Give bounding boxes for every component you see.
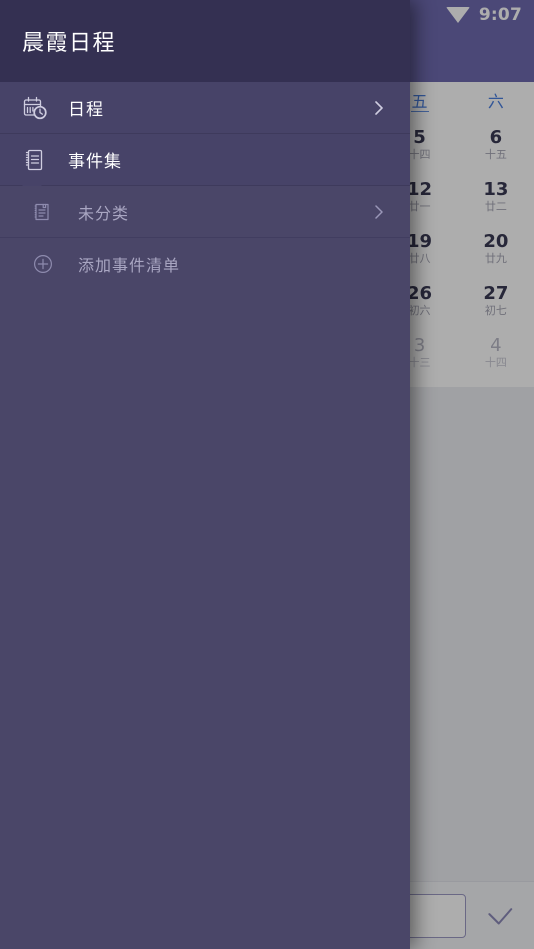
sidebar-item-label: 未分类 [78,203,130,223]
screen-root: 9:07 五 六 5 十四 6 十五 12 廿一 13 廿二 19 廿八 20 廿九 26 初六 27 初七 3… [0,0,534,949]
drawer-header: 晨霞日程 [0,0,410,82]
chevron-right-icon [370,203,388,221]
navigation-drawer: 晨霞日程 日程 事件集 未分类 添加事件清单 [0,0,410,949]
notebook-stack-icon [20,145,50,175]
sidebar-item-label: 添加事件清单 [78,256,181,275]
app-title: 晨霞日程 [22,31,117,56]
note-icon [30,199,56,225]
sidebar-item-add-list[interactable]: 添加事件清单 [0,238,410,290]
plus-circle-icon [30,251,56,277]
calendar-clock-icon [20,93,50,123]
sidebar-item-label: 事件集 [68,152,122,172]
chevron-right-icon [370,99,388,117]
sidebar-item-schedule[interactable]: 日程 [0,82,410,134]
sidebar-item-label: 日程 [68,100,104,120]
sidebar-item-event-sets[interactable]: 事件集 [0,134,410,186]
sidebar-item-uncategorized[interactable]: 未分类 [0,186,410,238]
